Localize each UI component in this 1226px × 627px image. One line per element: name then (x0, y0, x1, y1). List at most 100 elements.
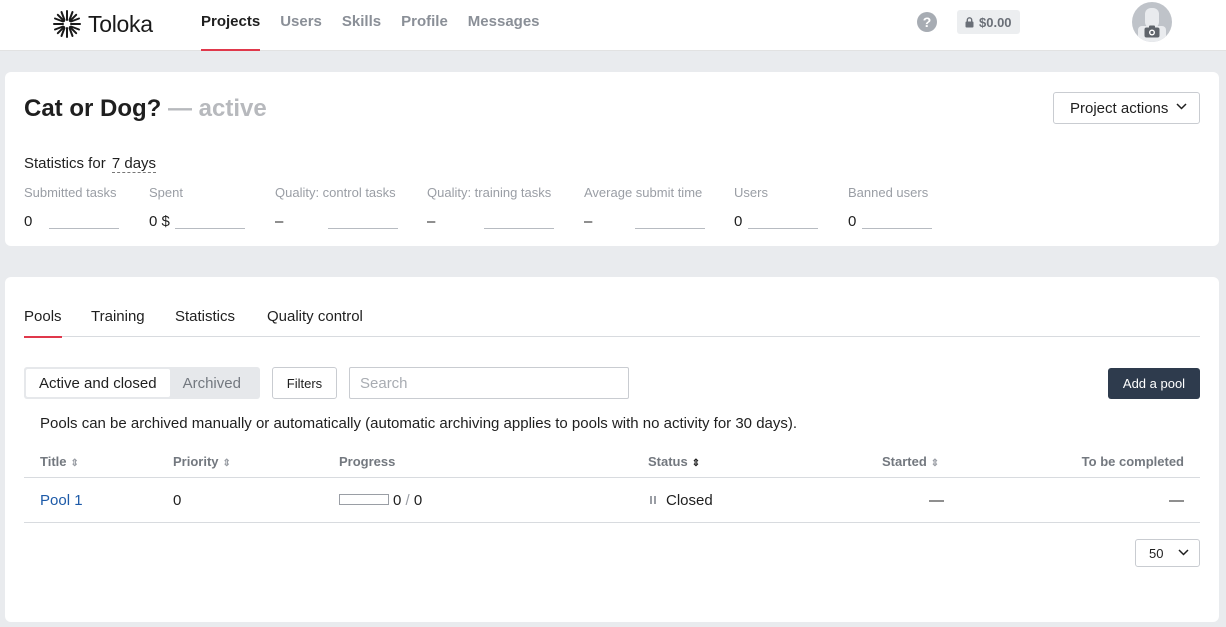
stat-value: – (584, 213, 593, 230)
project-tabs: Pools Training Statistics Quality contro… (24, 308, 1200, 338)
segment-active-and-closed[interactable]: Active and closed (26, 369, 170, 397)
project-actions-button[interactable]: Project actions (1053, 92, 1200, 124)
stat-value: 0 $ (149, 213, 170, 230)
project-summary-card: Cat or Dog? — active Project actions Sta… (5, 72, 1219, 246)
stat-value: – (275, 213, 284, 230)
column-status-label: Status (648, 454, 688, 469)
filters-button[interactable]: Filters (272, 367, 337, 399)
stats-prefix: Statistics for (24, 155, 106, 172)
stat-value: 0 (24, 213, 33, 230)
stat-spent: Spent 0 $ (149, 185, 245, 230)
chevron-down-icon (1176, 103, 1187, 110)
pool-progress-text: 0 / 0 (393, 492, 422, 509)
pool-title[interactable]: Pool 1 (40, 492, 83, 509)
tab-quality-control[interactable]: Quality control (267, 308, 363, 337)
stats-period-line: Statistics for 7 days (24, 155, 157, 173)
search-input[interactable] (349, 367, 629, 399)
camera-icon (1144, 25, 1160, 38)
stat-sparkline (175, 228, 245, 229)
column-started-label: Started (882, 454, 927, 469)
user-avatar[interactable] (1132, 2, 1172, 42)
pool-filter-segmented-control: Active and closed Archived (24, 367, 260, 399)
lock-icon (965, 16, 974, 27)
add-pool-button[interactable]: Add a pool (1108, 368, 1200, 399)
stat-label: Spent (149, 185, 183, 200)
column-title[interactable]: Title ⇕ (40, 454, 79, 469)
per-page-value: 50 (1149, 545, 1164, 561)
sort-icon: ⇕ (930, 458, 940, 469)
stat-quality-control: Quality: control tasks – (275, 185, 398, 230)
column-progress: Progress (339, 454, 395, 469)
nav-messages[interactable]: Messages (468, 0, 540, 51)
stat-average-submit-time: Average submit time – (584, 185, 705, 230)
tab-pools[interactable]: Pools (24, 308, 62, 338)
top-header: Toloka Projects Users Skills Profile Mes… (0, 0, 1226, 51)
toloka-logo[interactable]: Toloka (52, 9, 153, 39)
sort-icon: ⇕ (691, 458, 701, 469)
project-status: — active (168, 95, 267, 122)
nav-profile[interactable]: Profile (401, 0, 448, 51)
project-name: Cat or Dog? (24, 95, 162, 122)
pools-table-header: Title ⇕ Priority ⇕ Progress Status ⇕ Starte… (24, 451, 1200, 478)
stat-sparkline (862, 228, 932, 229)
stat-quality-training: Quality: training tasks – (427, 185, 554, 230)
stat-label: Average submit time (584, 185, 703, 200)
tab-statistics[interactable]: Statistics (175, 308, 235, 337)
tab-training[interactable]: Training (91, 308, 145, 337)
nav-users[interactable]: Users (280, 0, 322, 51)
help-icon[interactable]: ? (917, 12, 937, 32)
stat-value: 0 (734, 213, 743, 230)
stats-period-selector[interactable]: 7 days (111, 155, 157, 173)
pool-started: — (929, 492, 944, 509)
column-started[interactable]: Started ⇕ (882, 454, 939, 469)
column-priority-label: Priority (173, 454, 219, 469)
column-progress-label: Progress (339, 454, 396, 469)
balance-button[interactable]: $0.00 (957, 10, 1020, 34)
stat-value: 0 (848, 213, 857, 230)
table-row[interactable]: Pool 1 0 0 / 0 Closed — — (24, 478, 1200, 523)
pool-status: Closed (650, 492, 713, 509)
column-priority[interactable]: Priority ⇕ (173, 454, 231, 469)
pause-icon (650, 496, 656, 504)
nav-skills[interactable]: Skills (342, 0, 381, 51)
stat-sparkline (49, 228, 119, 229)
archive-info-text: Pools can be archived manually or automa… (24, 403, 1200, 437)
pool-status-label: Closed (666, 492, 713, 509)
per-page-select[interactable]: 50 (1135, 539, 1200, 567)
pools-card: Pools Training Statistics Quality contro… (5, 277, 1219, 622)
column-title-label: Title (40, 454, 67, 469)
column-status[interactable]: Status ⇕ (648, 454, 700, 469)
stat-label: Quality: control tasks (275, 185, 396, 200)
stat-sparkline (328, 228, 398, 229)
segment-archived[interactable]: Archived (170, 369, 254, 397)
stat-sparkline (484, 228, 554, 229)
pool-title-link[interactable]: Pool 1 (40, 492, 83, 509)
project-actions-label: Project actions (1070, 99, 1169, 117)
nav-projects[interactable]: Projects (201, 0, 261, 51)
progress-total: 0 (413, 492, 423, 509)
stat-users: Users 0 (734, 185, 818, 230)
stat-banned-users: Banned users 0 (848, 185, 932, 230)
sort-icon: ⇕ (70, 458, 79, 469)
column-to-be-completed-label: To be completed (1081, 454, 1184, 469)
balance-amount: $0.00 (979, 14, 1012, 30)
sunburst-logo-icon (53, 10, 81, 38)
chevron-down-icon (1178, 549, 1189, 556)
brand-name: Toloka (88, 10, 153, 37)
column-to-be-completed: To be completed (1082, 454, 1184, 469)
stat-label: Banned users (848, 185, 929, 200)
pool-progress-bar (339, 494, 389, 505)
stat-label: Submitted tasks (24, 185, 117, 200)
stat-label: Quality: training tasks (427, 185, 552, 200)
progress-separator: / (405, 492, 410, 509)
page-title: Cat or Dog? — active (24, 95, 267, 123)
stat-value: – (427, 213, 436, 230)
stat-sparkline (635, 228, 705, 229)
progress-done: 0 (393, 492, 402, 509)
pool-priority: 0 (173, 492, 182, 509)
stat-label: Users (734, 185, 768, 200)
stat-submitted-tasks: Submitted tasks 0 (24, 185, 119, 230)
stat-sparkline (748, 228, 818, 229)
main-nav: Projects Users Skills Profile Messages (201, 0, 560, 51)
sort-icon: ⇕ (222, 458, 231, 469)
